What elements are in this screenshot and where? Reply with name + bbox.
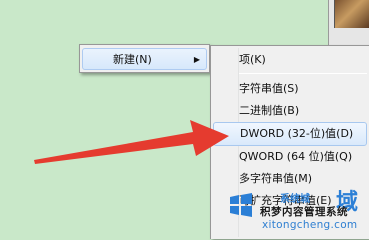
arrow-shape: [34, 120, 229, 164]
watermark-text: 积梦内容管理系统: [260, 206, 348, 218]
watermark-line1: 系统城: [280, 194, 310, 205]
watermark: 域 系统城 积梦内容管理系统 xitongcheng.com: [224, 184, 369, 239]
watermark-url: xitongcheng.com: [262, 219, 358, 231]
windows-logo-icon: [230, 193, 252, 217]
